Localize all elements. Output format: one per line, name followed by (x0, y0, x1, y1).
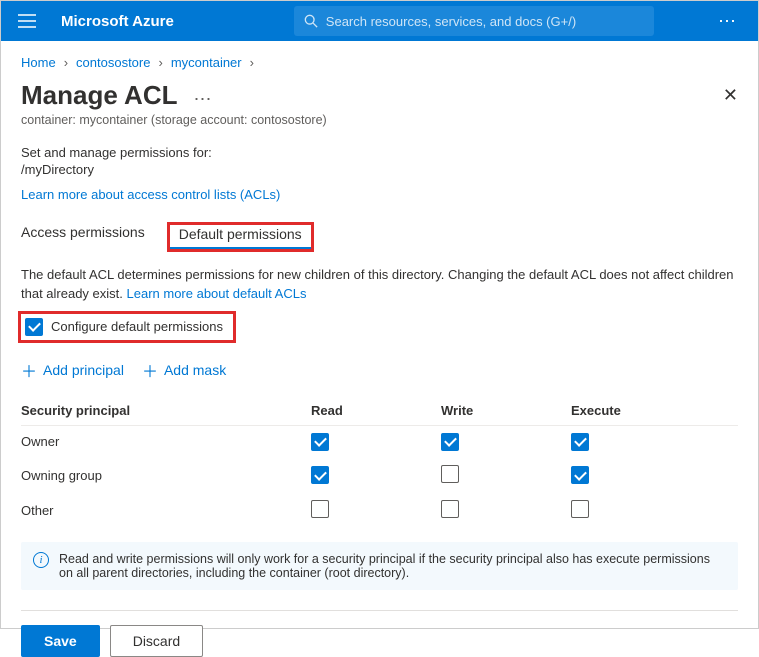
brand-label: Microsoft Azure (61, 13, 174, 30)
learn-default-acl-link[interactable]: Learn more about default ACLs (127, 286, 307, 301)
search-icon (304, 14, 318, 28)
col-read: Read (311, 403, 441, 418)
execute-checkbox[interactable] (571, 500, 589, 518)
configure-default-checkbox[interactable] (25, 318, 43, 336)
chevron-right-icon: › (158, 55, 162, 70)
col-principal: Security principal (21, 403, 311, 418)
page-subtitle: container: mycontainer (storage account:… (21, 113, 738, 127)
write-checkbox[interactable] (441, 465, 459, 483)
page-more-icon[interactable]: ⋯ (194, 89, 214, 110)
learn-acl-link[interactable]: Learn more about access control lists (A… (21, 187, 280, 202)
add-mask-label: Add mask (164, 362, 226, 378)
plus-icon: ＋ (142, 358, 158, 382)
breadcrumb: Home › contosostore › mycontainer › (21, 55, 738, 70)
tabs: Access permissions Default permissions (21, 224, 738, 250)
read-checkbox[interactable] (311, 466, 329, 484)
read-checkbox[interactable] (311, 500, 329, 518)
chevron-right-icon: › (64, 55, 68, 70)
configure-default-permissions-row[interactable]: Configure default permissions (21, 314, 233, 340)
breadcrumb-home[interactable]: Home (21, 55, 56, 70)
breadcrumb-container[interactable]: mycontainer (171, 55, 242, 70)
divider (21, 610, 738, 611)
top-more-icon[interactable]: ⋯ (706, 11, 750, 32)
table-header: Security principal Read Write Execute (21, 396, 738, 426)
info-banner: i Read and write permissions will only w… (21, 542, 738, 590)
table-row: Owner (21, 426, 738, 458)
close-button[interactable]: ✕ (723, 85, 738, 106)
tab-default-permissions[interactable]: Default permissions (169, 224, 312, 250)
add-principal-label: Add principal (43, 362, 124, 378)
col-write: Write (441, 403, 571, 418)
principal-name: Other (21, 503, 311, 518)
principal-name: Owning group (21, 468, 311, 483)
search-input[interactable] (326, 14, 644, 29)
global-search[interactable] (294, 6, 654, 36)
tab-access-permissions[interactable]: Access permissions (21, 224, 145, 250)
write-checkbox[interactable] (441, 433, 459, 451)
hamburger-menu-icon[interactable] (9, 14, 45, 28)
permissions-table: Security principal Read Write Execute Ow… (21, 396, 738, 528)
page-title: Manage ACL (21, 80, 178, 111)
plus-icon: ＋ (21, 358, 37, 382)
save-button[interactable]: Save (21, 625, 100, 657)
read-checkbox[interactable] (311, 433, 329, 451)
default-permissions-description: The default ACL determines permissions f… (21, 266, 738, 304)
col-execute: Execute (571, 403, 701, 418)
principal-name: Owner (21, 434, 311, 449)
context-label: Set and manage permissions for: (21, 145, 738, 160)
chevron-right-icon: › (250, 55, 254, 70)
info-icon: i (33, 552, 49, 568)
write-checkbox[interactable] (441, 500, 459, 518)
configure-default-label: Configure default permissions (51, 319, 223, 334)
table-row: Other (21, 493, 738, 528)
add-mask-button[interactable]: ＋ Add mask (142, 358, 226, 382)
discard-button[interactable]: Discard (110, 625, 203, 657)
top-bar: Microsoft Azure ⋯ (1, 1, 758, 41)
table-row: Owning group (21, 458, 738, 493)
info-text: Read and write permissions will only wor… (59, 552, 726, 580)
breadcrumb-storage[interactable]: contosostore (76, 55, 150, 70)
execute-checkbox[interactable] (571, 466, 589, 484)
execute-checkbox[interactable] (571, 433, 589, 451)
context-path: /myDirectory (21, 162, 738, 177)
add-principal-button[interactable]: ＋ Add principal (21, 358, 124, 382)
